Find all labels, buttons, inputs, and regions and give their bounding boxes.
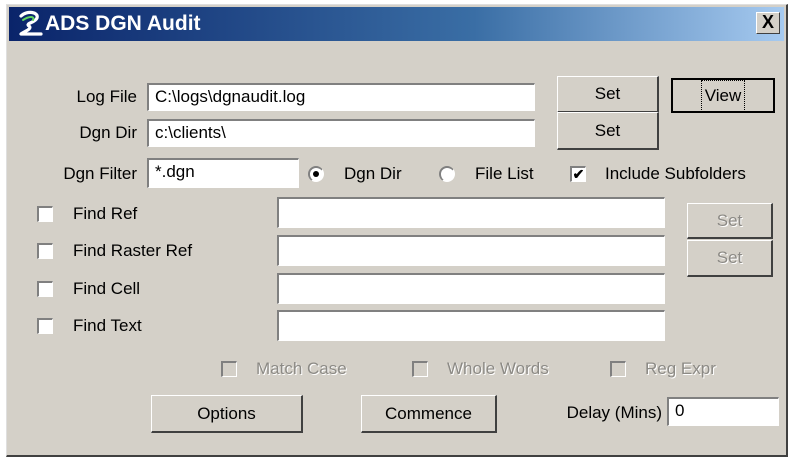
include-subfolders-checkbox[interactable]: ✔ bbox=[570, 166, 586, 182]
match-case-label: Match Case bbox=[256, 359, 347, 378]
find-cell-label: Find Cell bbox=[73, 279, 141, 298]
radio-file-list-label: File List bbox=[475, 164, 534, 183]
dgn-dir-set-button[interactable]: Set bbox=[557, 112, 659, 150]
window-title: ADS DGN Audit bbox=[45, 12, 201, 35]
close-icon: X bbox=[761, 12, 774, 32]
radio-dot-icon bbox=[313, 171, 319, 177]
dgn-dir-input[interactable]: c:\clients\ bbox=[147, 119, 535, 147]
delay-label: Delay (Mins) bbox=[566, 403, 662, 422]
find-raster-ref-label: Find Raster Ref bbox=[73, 241, 193, 260]
whole-words-label: Whole Words bbox=[447, 359, 549, 378]
delay-input[interactable]: 0 bbox=[667, 397, 779, 426]
dialog-window: ADS DGN Audit X Log File C:\logs\dgnaudi… bbox=[6, 4, 788, 457]
find-ref-checkbox[interactable] bbox=[37, 206, 53, 222]
find-raster-ref-checkbox[interactable] bbox=[37, 243, 53, 259]
dgn-dir-label: Dgn Dir bbox=[79, 123, 137, 142]
checkmark-icon: ✔ bbox=[572, 166, 585, 182]
find-ref-input[interactable] bbox=[277, 197, 665, 228]
find-cell-checkbox[interactable] bbox=[37, 281, 53, 297]
reg-expr-checkbox[interactable] bbox=[610, 361, 626, 377]
log-file-input[interactable]: C:\logs\dgnaudit.log bbox=[147, 83, 535, 111]
find-text-checkbox[interactable] bbox=[37, 318, 53, 334]
find-ref-label: Find Ref bbox=[73, 204, 138, 223]
find-cell-input[interactable] bbox=[277, 273, 665, 304]
dgn-filter-input[interactable]: *.dgn bbox=[147, 158, 299, 188]
radio-dgn-dir-label: Dgn Dir bbox=[344, 164, 402, 183]
find-ref-set-button[interactable]: Set bbox=[687, 203, 773, 239]
radio-dgn-dir[interactable] bbox=[308, 166, 324, 182]
match-case-checkbox[interactable] bbox=[221, 361, 237, 377]
ads-logo-icon bbox=[19, 10, 43, 36]
title-bar[interactable]: ADS DGN Audit X bbox=[9, 7, 784, 41]
radio-file-list[interactable] bbox=[439, 166, 455, 182]
view-button[interactable]: View bbox=[671, 78, 775, 113]
log-file-set-button[interactable]: Set bbox=[557, 76, 659, 113]
commence-button[interactable]: Commence bbox=[361, 395, 497, 433]
options-button[interactable]: Options bbox=[151, 395, 303, 433]
include-subfolders-label: Include Subfolders bbox=[605, 164, 746, 183]
log-file-label: Log File bbox=[76, 87, 137, 106]
view-button-label: View bbox=[700, 80, 746, 112]
close-button[interactable]: X bbox=[756, 12, 780, 34]
find-raster-ref-input[interactable] bbox=[277, 235, 665, 266]
find-text-label: Find Text bbox=[73, 316, 142, 335]
whole-words-checkbox[interactable] bbox=[412, 361, 428, 377]
dgn-filter-label: Dgn Filter bbox=[63, 164, 137, 183]
reg-expr-label: Reg Expr bbox=[645, 359, 716, 378]
find-text-input[interactable] bbox=[277, 310, 665, 341]
find-raster-ref-set-button[interactable]: Set bbox=[687, 240, 773, 277]
